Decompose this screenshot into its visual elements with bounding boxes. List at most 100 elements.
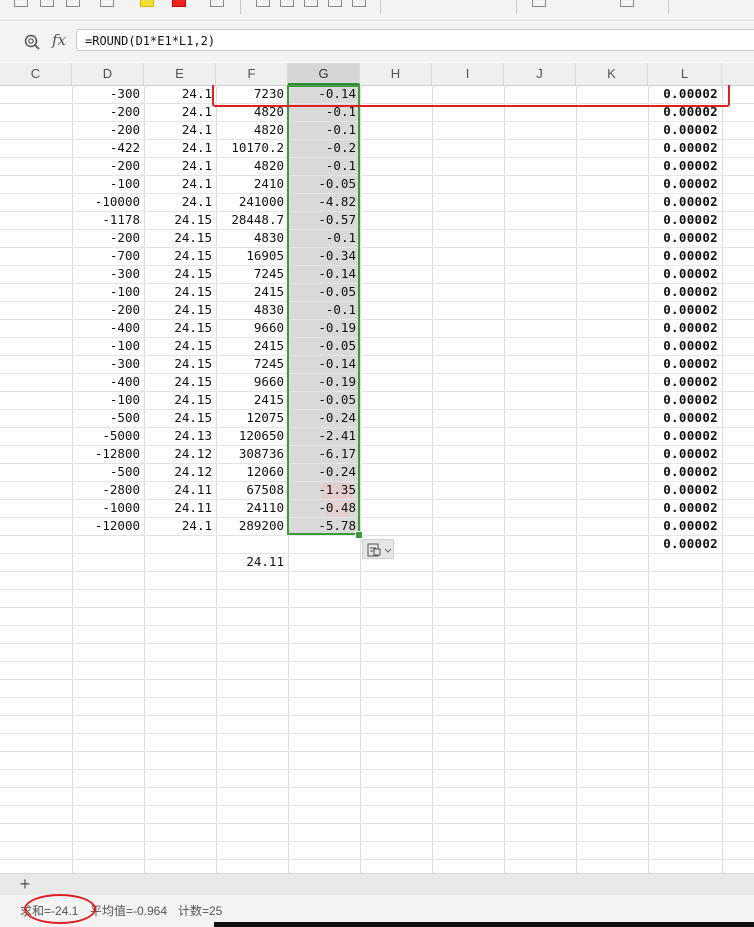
cell-f24[interactable]: 24110: [216, 499, 288, 517]
align-icon[interactable]: [328, 0, 342, 7]
fill-handle[interactable]: [355, 531, 363, 539]
cell-l21[interactable]: 0.00002: [648, 445, 722, 463]
cell-e14[interactable]: 24.15: [144, 319, 216, 337]
cell-d4[interactable]: -422: [72, 139, 144, 157]
cell-l6[interactable]: 0.00002: [648, 175, 722, 193]
cell-l11[interactable]: 0.00002: [648, 265, 722, 283]
cell-l14[interactable]: 0.00002: [648, 319, 722, 337]
cell-d13[interactable]: -200: [72, 301, 144, 319]
align-icon[interactable]: [256, 0, 270, 7]
cell-e15[interactable]: 24.15: [144, 337, 216, 355]
cell-d21[interactable]: -12800: [72, 445, 144, 463]
align-icon[interactable]: [352, 0, 366, 7]
toolbar-icon[interactable]: [210, 0, 224, 7]
cell-e8[interactable]: 24.15: [144, 211, 216, 229]
toolbar-icon[interactable]: [66, 0, 80, 7]
cell-e13[interactable]: 24.15: [144, 301, 216, 319]
cell-l18[interactable]: 0.00002: [648, 391, 722, 409]
column-header-e[interactable]: E: [144, 63, 216, 85]
cell-d24[interactable]: -1000: [72, 499, 144, 517]
cell-e5[interactable]: 24.1: [144, 157, 216, 175]
cell-f4[interactable]: 10170.2: [216, 139, 288, 157]
cell-l15[interactable]: 0.00002: [648, 337, 722, 355]
column-header-j[interactable]: J: [504, 63, 576, 85]
toolbar-icon[interactable]: [100, 0, 114, 7]
cell-l13[interactable]: 0.00002: [648, 301, 722, 319]
cell-d1[interactable]: -300: [72, 85, 144, 103]
cell-l25[interactable]: 0.00002: [648, 517, 722, 535]
cell-d10[interactable]: -700: [72, 247, 144, 265]
cell-d11[interactable]: -300: [72, 265, 144, 283]
toolbar-icon[interactable]: [14, 0, 28, 7]
cell-f10[interactable]: 16905: [216, 247, 288, 265]
spreadsheet-grid[interactable]: -300 24.1 7230 -0.14 0.00002 -200 24.1 4820 -0.1…: [0, 85, 754, 873]
cell-l24[interactable]: 0.00002: [648, 499, 722, 517]
cell-f22[interactable]: 12060: [216, 463, 288, 481]
column-header-k[interactable]: K: [576, 63, 648, 85]
cell-d18[interactable]: -100: [72, 391, 144, 409]
cell-d5[interactable]: -200: [72, 157, 144, 175]
cell-e20[interactable]: 24.13: [144, 427, 216, 445]
column-header-g[interactable]: G: [288, 63, 360, 85]
cell-l4[interactable]: 0.00002: [648, 139, 722, 157]
cell-l20[interactable]: 0.00002: [648, 427, 722, 445]
cell-e18[interactable]: 24.15: [144, 391, 216, 409]
cell-e2[interactable]: 24.1: [144, 103, 216, 121]
column-header-f[interactable]: F: [216, 63, 288, 85]
cell-f13[interactable]: 4830: [216, 301, 288, 319]
cell-e3[interactable]: 24.1: [144, 121, 216, 139]
cell-l23[interactable]: 0.00002: [648, 481, 722, 499]
toolbar-icon[interactable]: [532, 0, 546, 7]
cell-d15[interactable]: -100: [72, 337, 144, 355]
cell-e21[interactable]: 24.12: [144, 445, 216, 463]
font-color-icon[interactable]: [172, 0, 186, 7]
cell-e9[interactable]: 24.15: [144, 229, 216, 247]
cell-e22[interactable]: 24.12: [144, 463, 216, 481]
cell-e10[interactable]: 24.15: [144, 247, 216, 265]
cell-d25[interactable]: -12000: [72, 517, 144, 535]
cell-f9[interactable]: 4830: [216, 229, 288, 247]
cell-d19[interactable]: -500: [72, 409, 144, 427]
cell-l12[interactable]: 0.00002: [648, 283, 722, 301]
cell-e11[interactable]: 24.15: [144, 265, 216, 283]
cell-d14[interactable]: -400: [72, 319, 144, 337]
magnifier-zoom-icon[interactable]: [24, 34, 40, 50]
toolbar-icon[interactable]: [40, 0, 54, 7]
fill-color-icon[interactable]: [140, 0, 154, 7]
cell-e1[interactable]: 24.1: [144, 85, 216, 103]
cell-e23[interactable]: 24.11: [144, 481, 216, 499]
cell-f15[interactable]: 2415: [216, 337, 288, 355]
cell-e4[interactable]: 24.1: [144, 139, 216, 157]
cell-f27[interactable]: 24.11: [216, 553, 288, 571]
cell-f19[interactable]: 12075: [216, 409, 288, 427]
cell-f6[interactable]: 2410: [216, 175, 288, 193]
cell-e16[interactable]: 24.15: [144, 355, 216, 373]
cell-d2[interactable]: -200: [72, 103, 144, 121]
cell-e19[interactable]: 24.15: [144, 409, 216, 427]
cell-d20[interactable]: -5000: [72, 427, 144, 445]
cell-d22[interactable]: -500: [72, 463, 144, 481]
cell-d6[interactable]: -100: [72, 175, 144, 193]
cell-d17[interactable]: -400: [72, 373, 144, 391]
cell-e12[interactable]: 24.15: [144, 283, 216, 301]
cell-f17[interactable]: 9660: [216, 373, 288, 391]
align-icon[interactable]: [280, 0, 294, 7]
cell-f12[interactable]: 2415: [216, 283, 288, 301]
column-header-l[interactable]: L: [648, 63, 722, 85]
cell-f18[interactable]: 2415: [216, 391, 288, 409]
cell-l10[interactable]: 0.00002: [648, 247, 722, 265]
cell-l19[interactable]: 0.00002: [648, 409, 722, 427]
plus-icon[interactable]: +: [16, 874, 34, 894]
cell-f8[interactable]: 28448.7: [216, 211, 288, 229]
column-header-h[interactable]: H: [360, 63, 432, 85]
cell-l22[interactable]: 0.00002: [648, 463, 722, 481]
cell-f3[interactable]: 4820: [216, 121, 288, 139]
cell-d7[interactable]: -10000: [72, 193, 144, 211]
cell-l26[interactable]: 0.00002: [648, 535, 722, 553]
cell-d8[interactable]: -1178: [72, 211, 144, 229]
cell-d3[interactable]: -200: [72, 121, 144, 139]
fx-icon[interactable]: fx: [52, 31, 66, 49]
cell-f21[interactable]: 308736: [216, 445, 288, 463]
cell-f11[interactable]: 7245: [216, 265, 288, 283]
cell-l17[interactable]: 0.00002: [648, 373, 722, 391]
